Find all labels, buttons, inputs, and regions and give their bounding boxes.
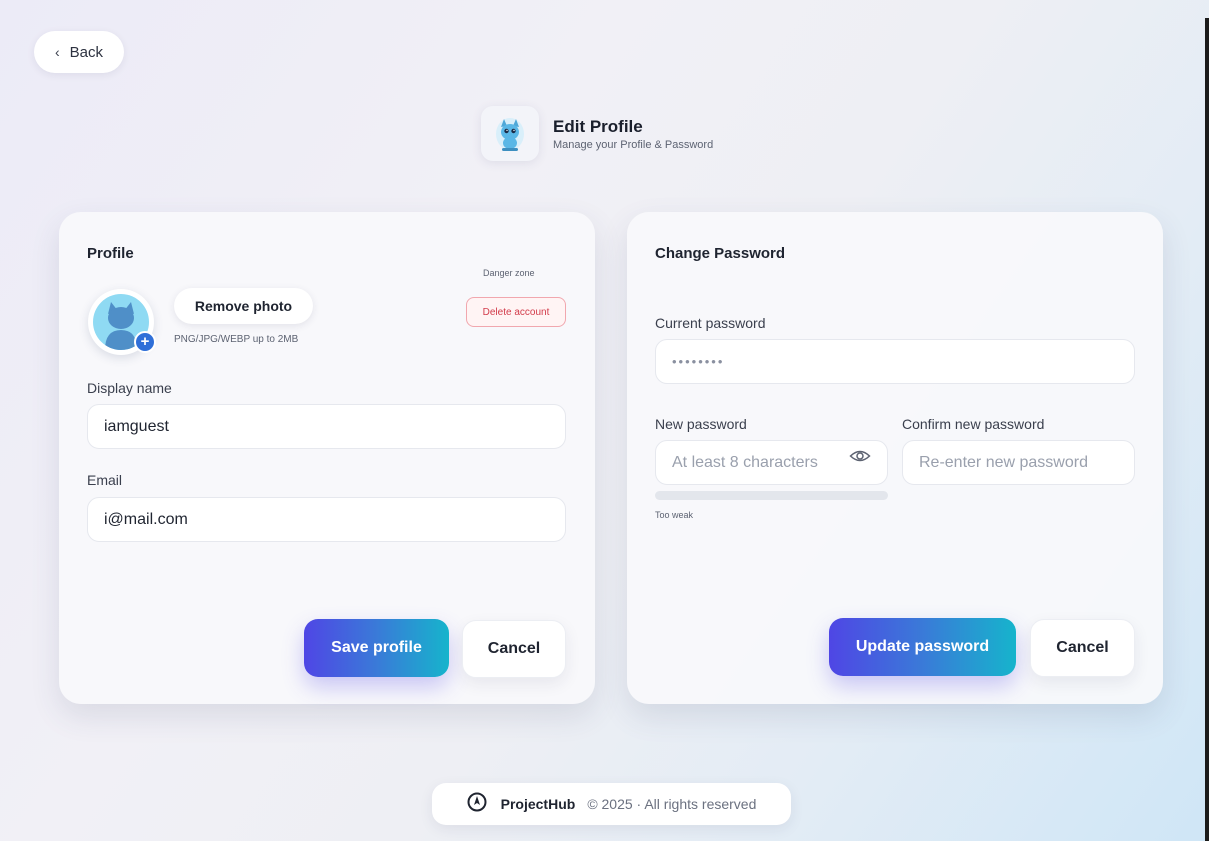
password-card: Change Password Current password New pas… <box>627 212 1163 704</box>
compass-icon <box>467 792 487 817</box>
current-password-input[interactable] <box>655 339 1135 384</box>
eye-icon[interactable] <box>849 448 871 464</box>
display-name-label: Display name <box>87 380 172 396</box>
avatar[interactable]: + <box>88 289 156 355</box>
back-button[interactable]: ‹ Back <box>34 31 124 73</box>
footer-brand: ProjectHub <box>500 796 576 812</box>
cancel-profile-button[interactable]: Cancel <box>462 620 566 678</box>
remove-photo-button[interactable]: Remove photo <box>174 288 313 324</box>
danger-zone-label: Danger zone <box>483 268 535 278</box>
email-input[interactable] <box>87 497 566 542</box>
back-label: Back <box>69 43 104 61</box>
page-header: Edit Profile Manage your Profile & Passw… <box>481 106 713 161</box>
cat-mascot-icon <box>481 106 539 161</box>
cancel-password-button[interactable]: Cancel <box>1030 619 1135 677</box>
confirm-password-input[interactable] <box>902 440 1135 485</box>
password-strength-bar <box>655 491 888 500</box>
save-profile-button[interactable]: Save profile <box>304 619 449 677</box>
password-card-title: Change Password <box>655 245 786 262</box>
footer: ProjectHub © 2025 · All rights reserved <box>432 783 791 825</box>
chevron-left-icon: ‹ <box>54 44 60 60</box>
password-strength-label: Too weak <box>655 510 694 520</box>
profile-card-title: Profile <box>87 245 134 262</box>
update-password-button[interactable]: Update password <box>829 618 1016 676</box>
photo-hint: PNG/JPG/WEBP up to 2MB <box>174 334 299 345</box>
current-password-label: Current password <box>655 315 766 331</box>
display-name-input[interactable] <box>87 404 566 449</box>
page: ‹ Back Edit Profile Manage your Profile … <box>0 0 1209 841</box>
confirm-password-label: Confirm new password <box>902 416 1045 432</box>
new-password-label: New password <box>655 416 747 432</box>
plus-icon[interactable]: + <box>134 331 156 353</box>
window-edge <box>1205 18 1209 841</box>
delete-account-button[interactable]: Delete account <box>466 297 566 327</box>
footer-copyright: © 2025 · All rights reserved <box>587 796 757 812</box>
email-label: Email <box>87 472 123 488</box>
page-subtitle: Manage your Profile & Password <box>553 138 714 151</box>
page-title: Edit Profile <box>553 116 643 136</box>
profile-card: Profile + Remove photo PNG/JPG/WEBP up t… <box>59 212 595 704</box>
